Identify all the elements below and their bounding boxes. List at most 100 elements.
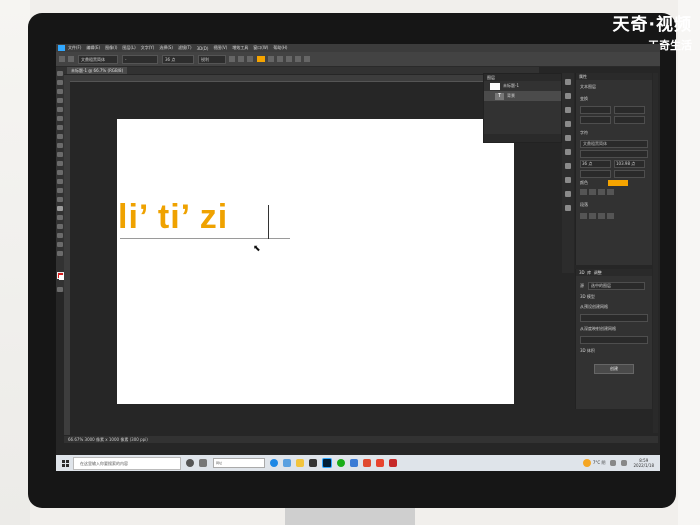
document-canvas[interactable] — [117, 119, 514, 404]
taskbar-search-input[interactable]: 在这里输入你要搜索的内容 — [73, 456, 181, 470]
gradient-tool-icon[interactable] — [57, 179, 63, 184]
paragraph-icon[interactable] — [565, 205, 571, 211]
store-icon[interactable] — [283, 459, 291, 467]
menu-file[interactable]: 文件(F) — [68, 45, 81, 51]
adjustments-icon[interactable] — [565, 107, 571, 113]
blur-tool-icon[interactable] — [57, 188, 63, 193]
quick-select-tool-icon[interactable] — [57, 98, 63, 103]
tab-libraries[interactable]: 库 — [587, 270, 591, 275]
dodge-tool-icon[interactable] — [57, 197, 63, 202]
crop-tool-icon[interactable] — [57, 107, 63, 112]
x-field[interactable] — [580, 116, 611, 124]
shape-tool-icon[interactable] — [57, 224, 63, 229]
menu-edit[interactable]: 编辑(E) — [86, 45, 100, 51]
swatches-icon[interactable] — [565, 135, 571, 141]
more-tools-icon[interactable] — [57, 251, 63, 256]
pdf-icon[interactable] — [376, 459, 384, 467]
network-icon[interactable] — [610, 460, 617, 466]
menu-type[interactable]: 文字(Y) — [141, 45, 155, 51]
path-select-icon[interactable] — [57, 215, 63, 220]
menu-layer[interactable]: 图层(L) — [122, 45, 135, 51]
layer-item[interactable]: T 背景 — [484, 91, 561, 101]
commit-check-icon[interactable] — [295, 56, 301, 62]
libraries-icon[interactable] — [565, 121, 571, 127]
quick-mask-icon[interactable] — [57, 287, 63, 292]
healing-tool-icon[interactable] — [57, 134, 63, 139]
font-size-field[interactable]: 36 点 — [580, 160, 611, 168]
volume-icon[interactable] — [621, 460, 628, 466]
text-tool-icon[interactable] — [68, 56, 74, 62]
source-select[interactable]: 选中的图层 — [588, 282, 645, 290]
home-icon[interactable] — [59, 56, 65, 62]
brush-tool-icon[interactable] — [57, 143, 63, 148]
align-left-icon[interactable] — [229, 56, 235, 62]
tab-3d[interactable]: 3D — [579, 270, 585, 275]
leading-field[interactable]: 103.98 点 — [614, 160, 645, 168]
address-bar[interactable]: 网址 — [213, 458, 265, 468]
y-field[interactable] — [614, 116, 645, 124]
font-style-field[interactable] — [580, 150, 648, 158]
align-right-icon[interactable] — [247, 56, 253, 62]
3d-icon[interactable] — [304, 56, 310, 62]
cortana-icon[interactable] — [186, 459, 194, 467]
menu-filter[interactable]: 滤镜(T) — [178, 45, 192, 51]
lasso-tool-icon[interactable] — [57, 89, 63, 94]
app-icon[interactable] — [309, 459, 317, 467]
preset-field[interactable] — [580, 314, 648, 322]
stamp-tool-icon[interactable] — [57, 152, 63, 157]
explorer-icon[interactable] — [296, 459, 304, 467]
text-color-chip[interactable] — [608, 180, 628, 186]
caps-icon[interactable] — [598, 189, 605, 195]
move-tool-icon[interactable] — [57, 71, 63, 76]
weather-icon[interactable] — [582, 459, 591, 467]
task-view-icon[interactable] — [199, 459, 207, 467]
tab-adjustments[interactable]: 调整 — [594, 270, 602, 275]
history-icon[interactable] — [565, 79, 571, 85]
history-brush-icon[interactable] — [57, 161, 63, 166]
menu-window[interactable]: 窗口(W) — [253, 45, 268, 51]
text-color-swatch[interactable] — [257, 56, 265, 62]
kerning-field[interactable] — [614, 170, 645, 178]
character-panel-icon[interactable] — [277, 56, 283, 62]
warp-text-icon[interactable] — [268, 56, 274, 62]
document-tab[interactable]: 未标题-1 @ 66.7% (RGB/8) — [67, 67, 128, 74]
menu-plugins[interactable]: 增效工具 — [232, 45, 248, 51]
tracking-field[interactable] — [580, 170, 611, 178]
depth-map-field[interactable] — [580, 336, 648, 344]
option-3d-model[interactable]: 3D 模型 — [576, 292, 652, 302]
paths-icon[interactable] — [565, 149, 571, 155]
canvas-text-layer[interactable]: li’ ti’ zi — [118, 200, 228, 234]
menu-image[interactable]: 图像(I) — [105, 45, 117, 51]
channels-icon[interactable] — [565, 163, 571, 169]
font-family-field[interactable]: 文鼎粗黑简体 — [580, 140, 648, 148]
type-tool-icon[interactable] — [57, 206, 63, 211]
wechat-icon[interactable] — [337, 459, 345, 467]
brush-settings-icon[interactable] — [565, 177, 571, 183]
clock[interactable]: 8:59 2022/1/18 — [633, 458, 654, 468]
properties-icon[interactable] — [565, 93, 571, 99]
hand-tool-icon[interactable] — [57, 233, 63, 238]
option-mesh-preset[interactable]: 从预设创建网格 — [576, 302, 652, 312]
font-style-select[interactable]: - — [122, 54, 158, 64]
font-family-select[interactable]: 文鼎粗黑简体 — [78, 54, 118, 64]
right-scrollbar[interactable] — [653, 73, 658, 433]
bold-icon[interactable] — [580, 189, 587, 195]
menu-select[interactable]: 选择(S) — [159, 45, 173, 51]
menu-view[interactable]: 视图(V) — [213, 45, 227, 51]
justify-icon[interactable] — [607, 213, 614, 219]
create-button[interactable]: 创建 — [594, 364, 634, 374]
zoom-tool-icon[interactable] — [57, 242, 63, 247]
frame-tool-icon[interactable] — [57, 116, 63, 121]
menu-3d[interactable]: 3D(D) — [197, 46, 209, 51]
align-center-icon[interactable] — [589, 213, 596, 219]
italic-icon[interactable] — [589, 189, 596, 195]
cancel-icon[interactable] — [286, 56, 292, 62]
app-red-icon[interactable] — [389, 459, 397, 467]
align-left-icon[interactable] — [580, 213, 587, 219]
character-icon[interactable] — [565, 191, 571, 197]
layer-item[interactable]: 未标题-1 — [484, 81, 561, 91]
option-depth-map[interactable]: 从深度映射创建网格 — [576, 324, 652, 334]
word-icon[interactable] — [350, 459, 358, 467]
wps-icon[interactable] — [363, 459, 371, 467]
windows-start-icon[interactable] — [62, 459, 69, 467]
